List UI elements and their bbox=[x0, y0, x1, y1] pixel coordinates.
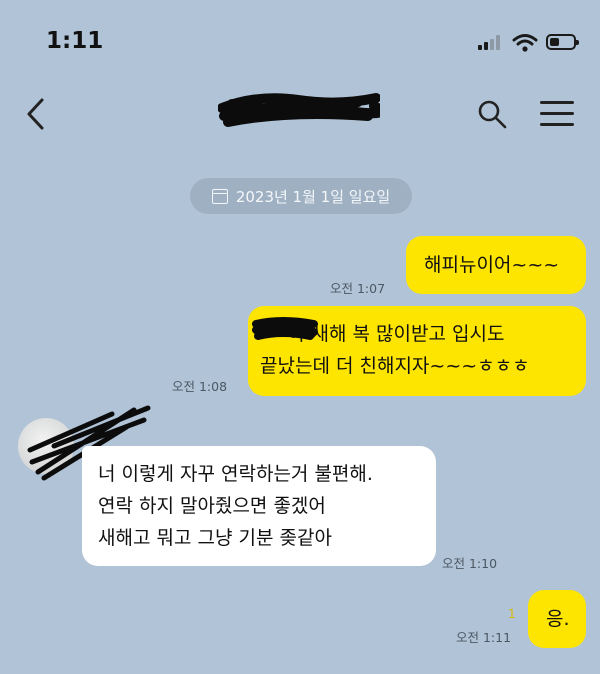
date-divider: 2023년 1월 1일 일요일 bbox=[190, 178, 412, 214]
calendar-icon bbox=[211, 188, 228, 204]
hamburger-menu-icon[interactable] bbox=[540, 98, 576, 130]
message-line: 연락 하지 말아줬으면 좋겠어 bbox=[98, 495, 326, 517]
redacted-chat-title bbox=[218, 93, 380, 127]
message-timestamp: 오전 1:10 bbox=[442, 556, 498, 571]
cellular-signal-icon bbox=[478, 34, 504, 50]
message-line: 아 새해 복 많이받고 입시도 bbox=[288, 323, 505, 345]
battery-icon bbox=[546, 34, 579, 50]
message-timestamp: 오전 1:07 bbox=[330, 281, 386, 296]
message-timestamp: 오전 1:11 bbox=[456, 630, 512, 645]
message-line: 끝났는데 더 친해지자~~~ㅎㅎㅎ bbox=[260, 355, 530, 377]
wifi-icon bbox=[512, 34, 538, 52]
redacted-name-scribble bbox=[252, 317, 318, 340]
message-text: 응. bbox=[546, 608, 570, 630]
sent-message-bubble[interactable]: 해피뉴이어~~~ bbox=[406, 236, 586, 294]
message-line: 새해고 뭐고 그냥 기분 좆같아 bbox=[98, 527, 332, 549]
received-message-bubble[interactable]: 너 이렇게 자꾸 연락하는거 불편해. 연락 하지 말아줬으면 좋겠어 새해고 … bbox=[82, 446, 436, 566]
status-time: 1:11 bbox=[46, 28, 104, 54]
unread-count: 1 bbox=[508, 607, 516, 621]
message-line: 너 이렇게 자꾸 연락하는거 불편해. bbox=[98, 463, 373, 485]
message-text: 해피뉴이어~~~ bbox=[424, 254, 560, 276]
sent-message-bubble[interactable]: 응. bbox=[528, 590, 586, 648]
message-timestamp: 오전 1:08 bbox=[172, 379, 228, 394]
search-icon[interactable] bbox=[476, 98, 508, 130]
date-divider-text: 2023년 1월 1일 일요일 bbox=[235, 187, 391, 206]
chevron-left-icon[interactable] bbox=[22, 96, 50, 132]
